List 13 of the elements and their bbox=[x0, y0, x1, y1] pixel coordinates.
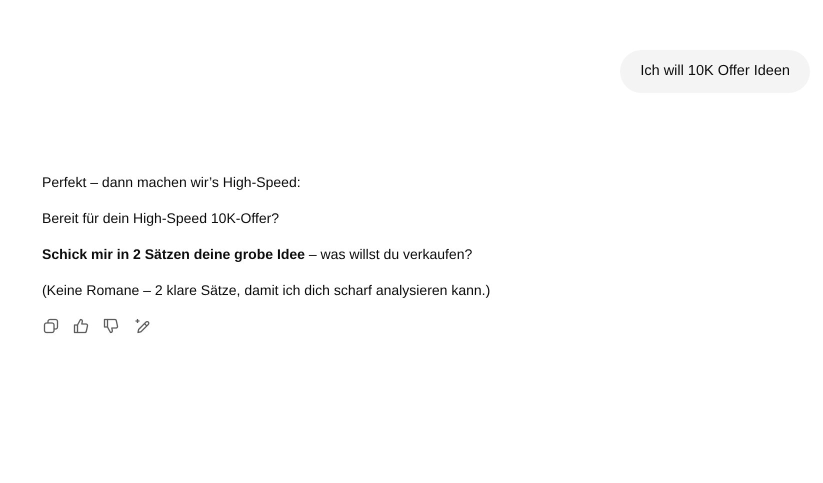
thumbs-down-icon bbox=[103, 318, 119, 334]
copy-button[interactable] bbox=[43, 318, 59, 334]
edit-button[interactable] bbox=[134, 318, 150, 334]
message-paragraph: Bereit für dein High-Speed 10K-Offer? bbox=[42, 209, 280, 228]
thumbs-up-icon bbox=[73, 318, 89, 334]
thumbs-up-button[interactable] bbox=[73, 318, 89, 334]
message-paragraph: (Keine Romane – 2 klare Sätze, damit ich dich scharf analysieren kann.) bbox=[42, 281, 490, 300]
message-paragraph: Schick mir in 2 Sätzen deine grobe Idee – was willst du verkaufen? bbox=[42, 245, 472, 264]
thumbs-down-button[interactable] bbox=[103, 318, 119, 334]
pencil-sparkle-icon bbox=[134, 318, 150, 334]
message-paragraph: Perfekt – dann machen wir’s High-Speed: bbox=[42, 173, 301, 192]
user-message: Ich will 10K Offer Ideen bbox=[620, 50, 810, 93]
copy-icon bbox=[43, 318, 59, 334]
